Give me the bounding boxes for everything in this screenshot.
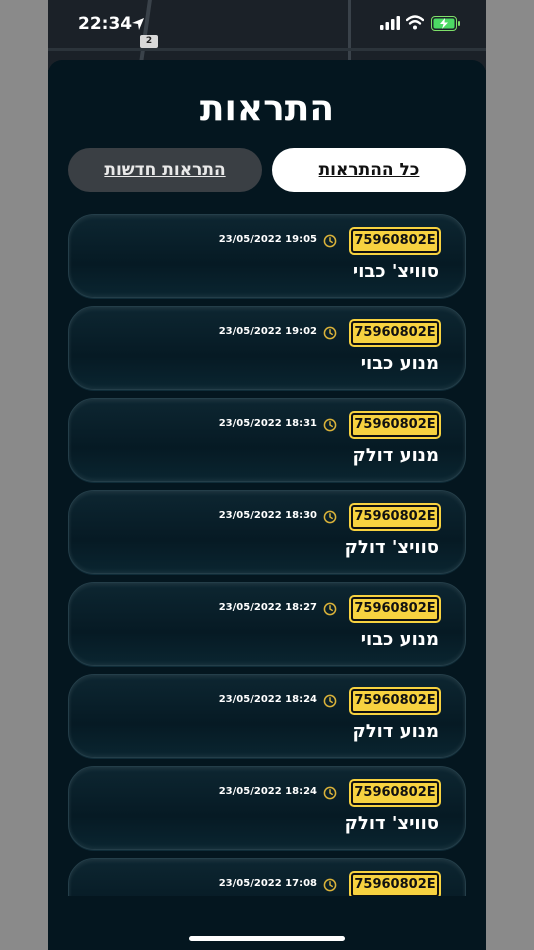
notification-message: מנוע כבוי xyxy=(360,353,439,374)
clock-icon xyxy=(323,418,337,432)
clock-icon xyxy=(323,878,337,892)
notification-timestamp: 23/05/2022 17:08 xyxy=(218,878,317,889)
notification-card[interactable]: 75960802E 23/05/2022 18:24 סוויצ' דולק xyxy=(68,766,466,850)
notification-message: מנוע דולק xyxy=(352,721,439,742)
license-plate: 75960802E xyxy=(351,597,439,621)
home-indicator[interactable] xyxy=(189,936,345,941)
notification-timestamp: 23/05/2022 18:30 xyxy=(218,510,317,521)
notifications-sheet: התראות כל ההתראות התראות חדשות 75960802E… xyxy=(48,60,486,950)
notification-card[interactable]: 75960802E 23/05/2022 19:05 סוויצ' כבוי xyxy=(68,214,466,298)
phone-screen: 2 22:34 התראות כל ההתראות התראות חדשות 7… xyxy=(48,0,486,950)
notification-timestamp: 23/05/2022 18:24 xyxy=(218,786,317,797)
notification-card[interactable]: 75960802E 23/05/2022 18:31 מנוע דולק xyxy=(68,398,466,482)
notification-timestamp: 23/05/2022 18:31 xyxy=(218,418,317,429)
license-plate: 75960802E xyxy=(351,873,439,896)
notification-card[interactable]: 75960802E 23/05/2022 18:24 מנוע דולק xyxy=(68,674,466,758)
battery-charging-icon xyxy=(431,16,460,31)
license-plate: 75960802E xyxy=(351,505,439,529)
clock-icon xyxy=(323,786,337,800)
notification-card[interactable]: 75960802E 23/05/2022 19:02 מנוע כבוי xyxy=(68,306,466,390)
license-plate: 75960802E xyxy=(351,781,439,805)
notification-message: מנוע כבוי xyxy=(360,629,439,650)
clock-icon xyxy=(323,326,337,340)
notification-card[interactable]: 75960802E 23/05/2022 17:08 xyxy=(68,858,466,896)
notification-message: מנוע דולק xyxy=(352,445,439,466)
status-time: 22:34 xyxy=(78,14,133,34)
notifications-list[interactable]: 75960802E 23/05/2022 19:05 סוויצ' כבוי 7… xyxy=(68,214,466,896)
license-plate: 75960802E xyxy=(351,413,439,437)
notification-timestamp: 23/05/2022 19:02 xyxy=(218,326,317,337)
license-plate: 75960802E xyxy=(351,689,439,713)
page-title: התראות xyxy=(199,88,335,129)
license-plate: 75960802E xyxy=(351,321,439,345)
location-arrow-icon xyxy=(132,18,144,30)
notification-timestamp: 23/05/2022 18:24 xyxy=(218,694,317,705)
status-bar: 22:34 xyxy=(48,0,486,50)
clock-icon xyxy=(323,602,337,616)
tab-new-notifications[interactable]: התראות חדשות xyxy=(68,148,262,192)
wifi-icon xyxy=(406,15,424,30)
clock-icon xyxy=(323,694,337,708)
notification-message: סוויצ' דולק xyxy=(344,813,439,834)
notification-card[interactable]: 75960802E 23/05/2022 18:30 סוויצ' דולק xyxy=(68,490,466,574)
cellular-signal-icon xyxy=(380,16,400,30)
tab-all-notifications[interactable]: כל ההתראות xyxy=(272,148,466,192)
clock-icon xyxy=(323,510,337,524)
license-plate: 75960802E xyxy=(351,229,439,253)
clock-icon xyxy=(323,234,337,248)
notification-message: סוויצ' דולק xyxy=(344,537,439,558)
notification-timestamp: 23/05/2022 19:05 xyxy=(218,234,317,245)
notification-message: סוויצ' כבוי xyxy=(352,261,439,282)
notification-timestamp: 23/05/2022 18:27 xyxy=(218,602,317,613)
notification-card[interactable]: 75960802E 23/05/2022 18:27 מנוע כבוי xyxy=(68,582,466,666)
